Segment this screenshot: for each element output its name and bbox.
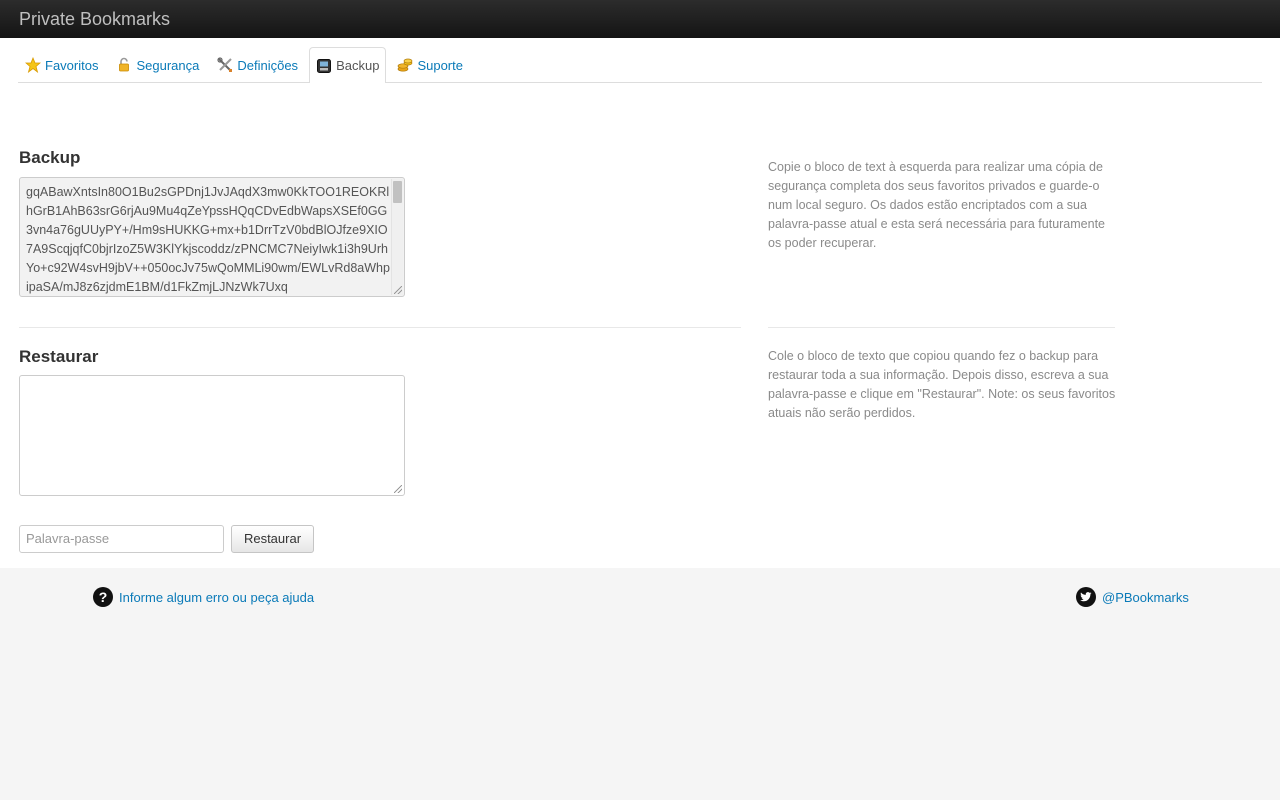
restore-help-text: Cole o bloco de texto que copiou quando … <box>768 349 1116 420</box>
tab-seguranca[interactable]: Segurança <box>109 47 206 82</box>
backup-icon <box>316 58 332 74</box>
backup-scrollbar[interactable] <box>391 179 403 295</box>
help-link[interactable]: ? Informe algum erro ou peça ajuda <box>93 587 314 607</box>
tab-label: Suporte <box>417 57 463 73</box>
footer: ? Informe algum erro ou peça ajuda @PBoo… <box>0 568 1280 800</box>
app-header: Private Bookmarks <box>0 0 1280 38</box>
tab-suporte[interactable]: Suporte <box>390 47 470 82</box>
tab-backup[interactable]: Backup <box>309 47 387 83</box>
backup-data-textarea[interactable]: gqABawXntsIn80O1Bu2sGPDnj1JvJAqdX3mw0KkT… <box>19 177 405 297</box>
restore-title: Restaurar <box>19 347 99 366</box>
tools-icon <box>217 57 233 73</box>
question-icon: ? <box>93 587 113 607</box>
tab-label: Favoritos <box>45 57 99 73</box>
main-content: Favoritos Segurança Definições Backup Su… <box>0 38 1280 568</box>
password-input[interactable]: Palavra-passe <box>19 525 224 553</box>
tab-definicoes[interactable]: Definições <box>210 47 305 82</box>
twitter-icon <box>1076 587 1096 607</box>
tab-favoritos[interactable]: Favoritos <box>18 47 105 82</box>
resize-grip-icon[interactable] <box>394 286 402 294</box>
tab-label: Definições <box>237 57 299 73</box>
tab-label: Backup <box>336 58 380 73</box>
backup-help-text: Copie o bloco de text à esquerda para re… <box>768 160 1105 250</box>
coins-icon <box>397 57 413 73</box>
restore-button[interactable]: Restaurar <box>231 525 314 553</box>
password-placeholder: Palavra-passe <box>26 531 110 546</box>
tab-label: Segurança <box>136 57 200 73</box>
resize-grip-icon[interactable] <box>394 485 402 493</box>
twitter-link[interactable]: @PBookmarks <box>1076 587 1189 607</box>
section-divider <box>19 327 741 328</box>
restore-textarea[interactable] <box>19 375 405 496</box>
backup-title: Backup <box>19 148 81 167</box>
app-title: Private Bookmarks <box>19 9 171 29</box>
star-icon <box>24 56 42 74</box>
lock-icon <box>116 57 132 73</box>
tab-bar: Favoritos Segurança Definições Backup Su… <box>18 47 1262 83</box>
backup-data-text: gqABawXntsIn80O1Bu2sGPDnj1JvJAqdX3mw0KkT… <box>26 185 390 294</box>
twitter-handle: @PBookmarks <box>1102 589 1189 605</box>
help-divider <box>768 327 1115 328</box>
help-link-text: Informe algum erro ou peça ajuda <box>119 589 315 605</box>
